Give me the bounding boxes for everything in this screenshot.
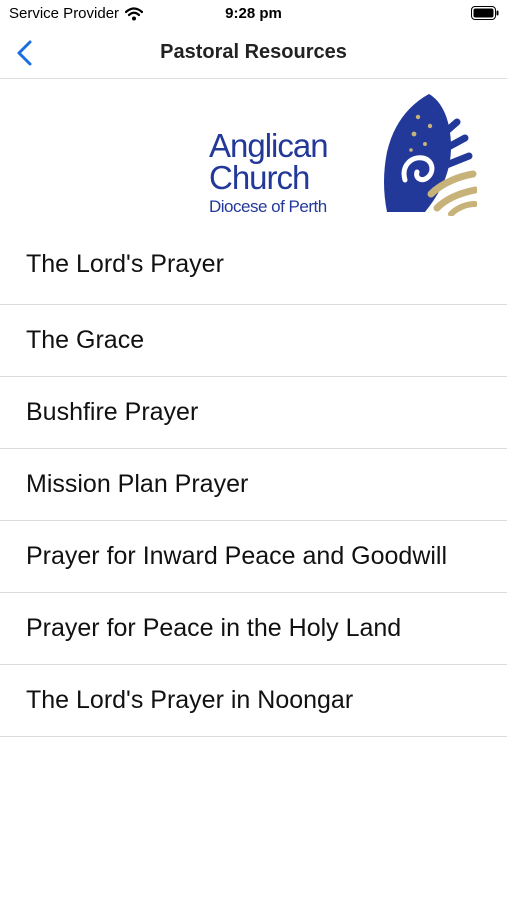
page-title: Pastoral Resources (160, 41, 347, 63)
list-item-mission-plan-prayer[interactable]: Mission Plan Prayer (0, 449, 507, 521)
logo-line-church: Church (209, 159, 310, 196)
list-item-peace-holy-land[interactable]: Prayer for Peace in the Holy Land (0, 593, 507, 665)
navigation-bar: Pastoral Resources (0, 28, 507, 79)
list-item-bushfire-prayer[interactable]: Bushfire Prayer (0, 377, 507, 449)
list-item-lords-prayer[interactable]: The Lord's Prayer (0, 225, 507, 305)
list-item-label: The Lord's Prayer in Noongar (26, 686, 354, 714)
list-item-label: Prayer for Inward Peace and Goodwill (26, 542, 448, 570)
list-item-label: Prayer for Peace in the Holy Land (26, 614, 402, 642)
diocese-emblem-icon (381, 92, 479, 221)
logo-wordmark: Anglican Church Diocese of Perth (209, 127, 329, 217)
list-item-inward-peace[interactable]: Prayer for Inward Peace and Goodwill (0, 521, 507, 593)
list-item-lords-prayer-noongar[interactable]: The Lord's Prayer in Noongar (0, 665, 507, 737)
list-item-label: The Lord's Prayer (26, 250, 224, 278)
list-item-the-grace[interactable]: The Grace (0, 305, 507, 377)
diocese-logo: Anglican Church Diocese of Perth (205, 88, 480, 218)
status-time: 9:28 pm (225, 5, 282, 22)
resources-list: The Lord's Prayer The Grace Bushfire Pra… (0, 225, 507, 737)
list-item-label: The Grace (26, 326, 145, 354)
battery-icon (471, 6, 499, 20)
list-item-label: Mission Plan Prayer (26, 470, 249, 498)
logo-line-diocese: Diocese of Perth (209, 197, 327, 216)
status-bar: Service Provider 9:28 pm (0, 0, 507, 28)
logo-line-anglican: Anglican (209, 127, 329, 164)
list-item-label: Bushfire Prayer (26, 398, 199, 426)
